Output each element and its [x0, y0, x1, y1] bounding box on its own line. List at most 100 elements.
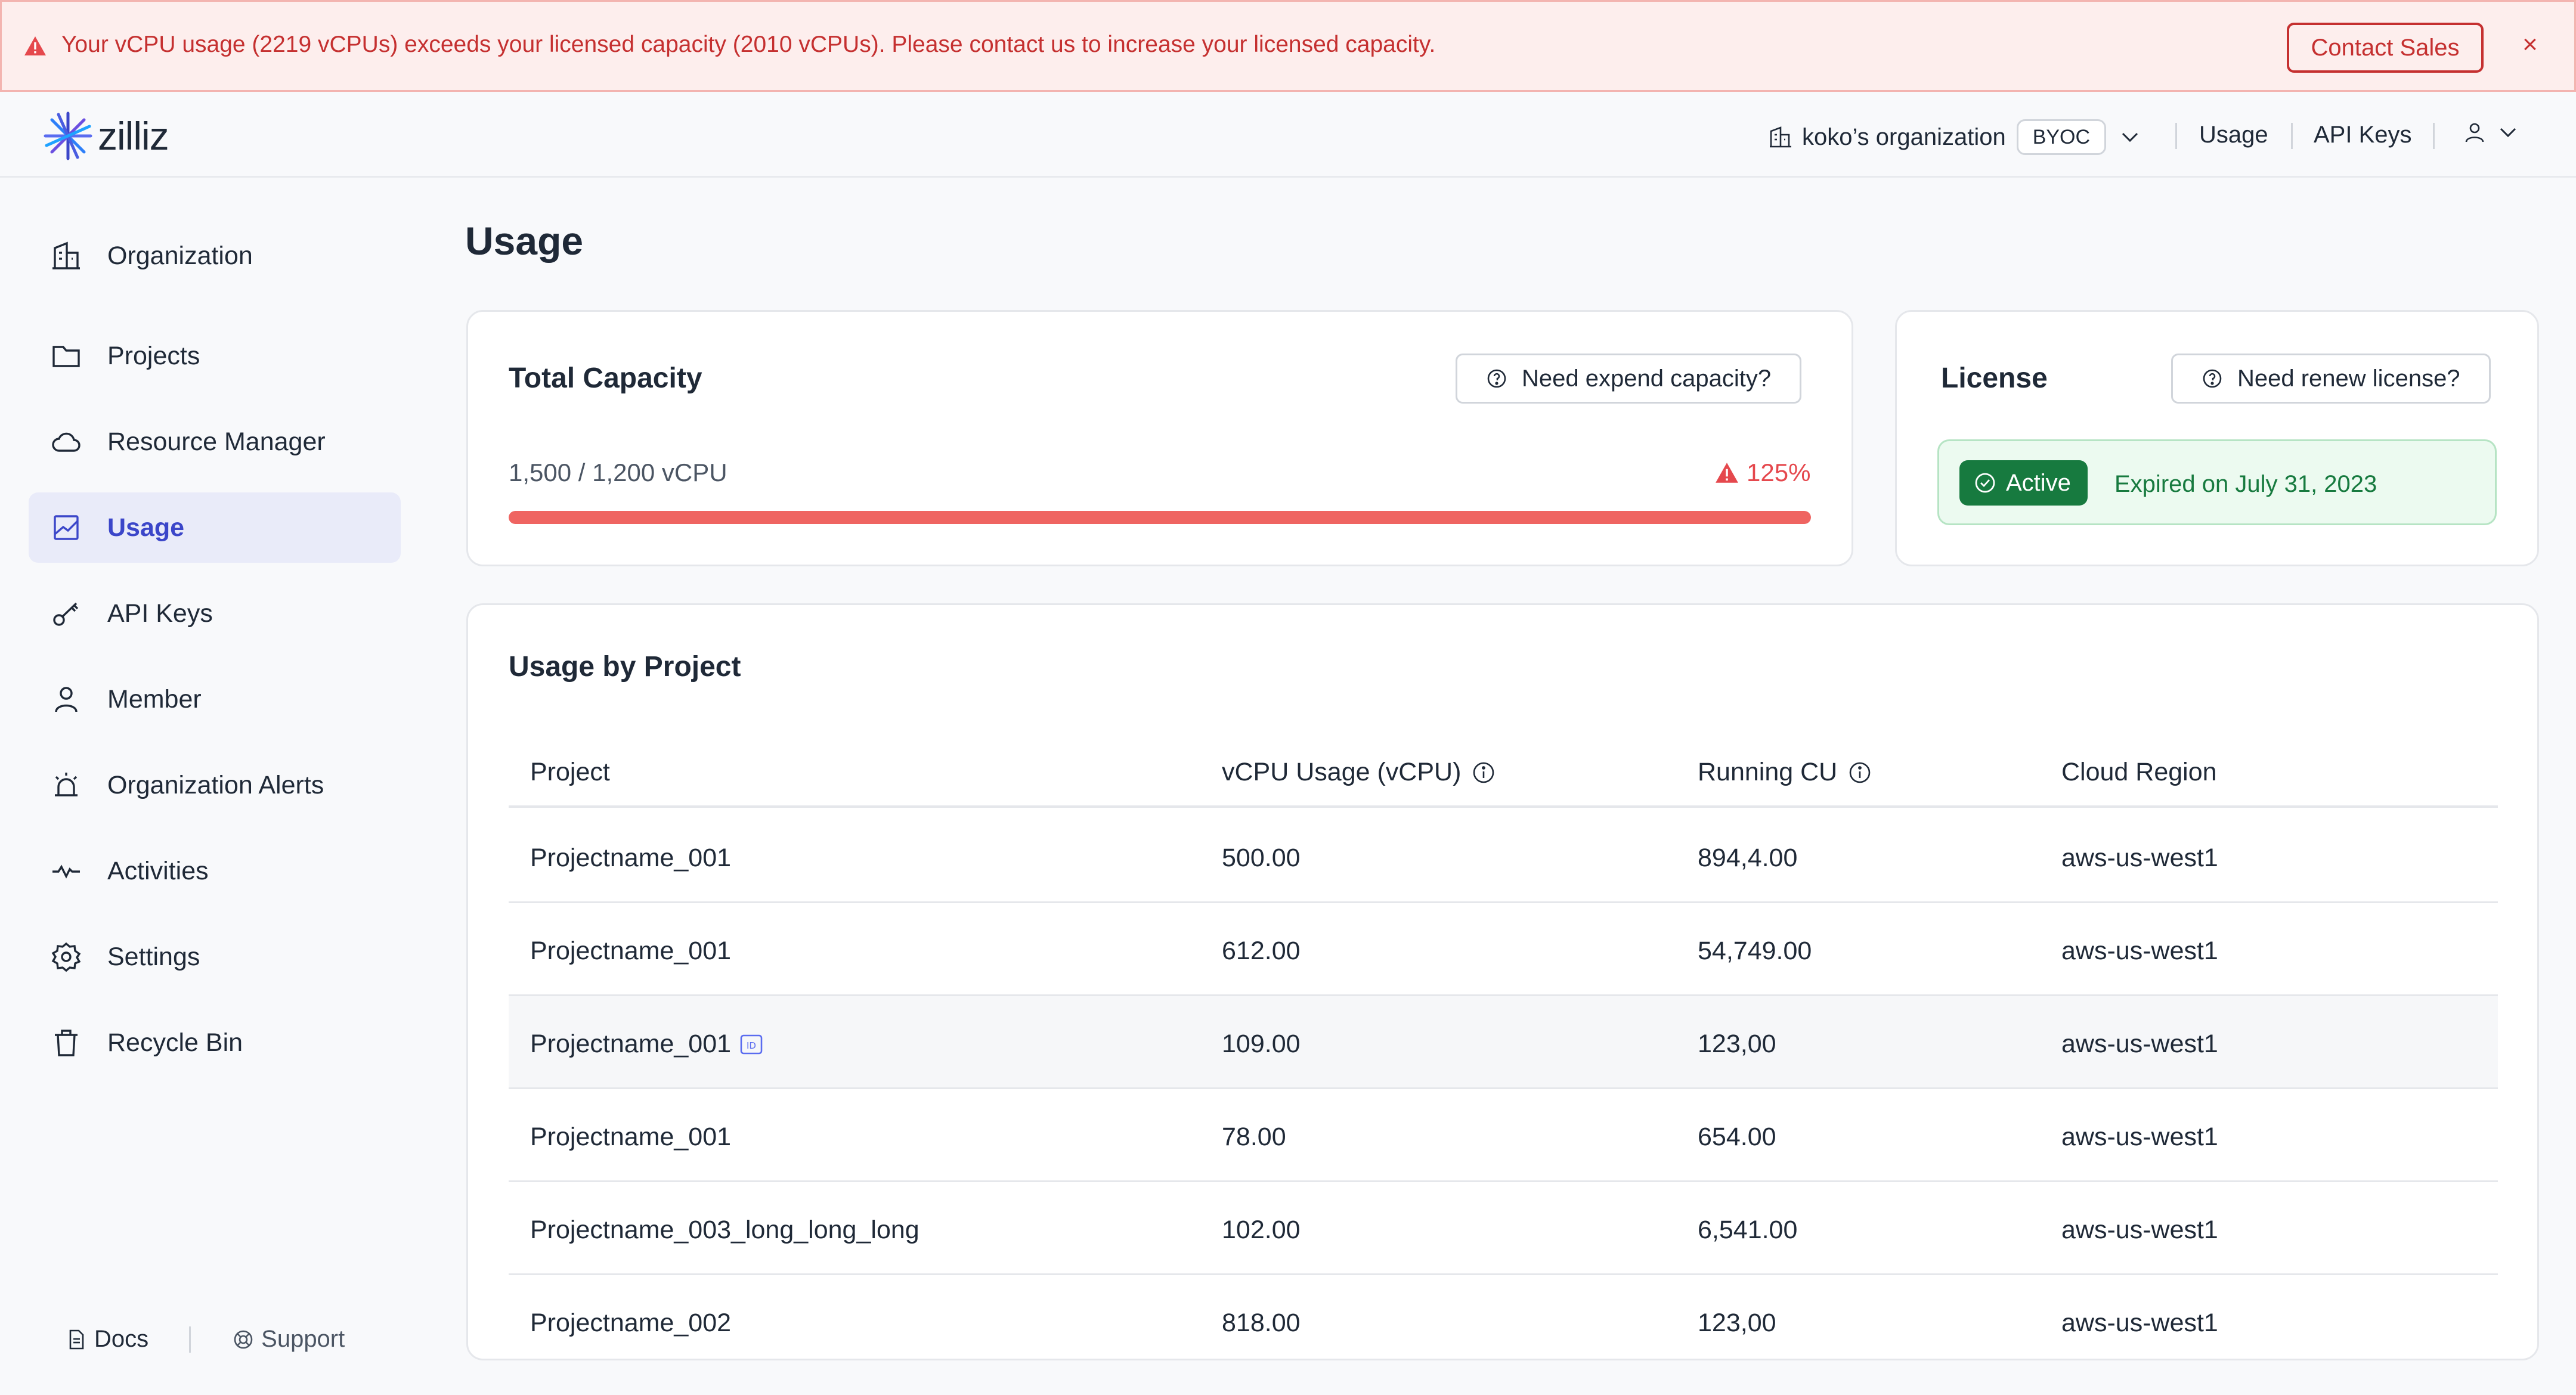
sidebar-item-label: Activities [107, 856, 209, 885]
table-header: Project vCPU Usage (vCPU) Running CU Clo… [509, 736, 2498, 808]
zilliz-star-icon [44, 111, 92, 160]
docs-link[interactable]: Docs [66, 1326, 148, 1353]
lifebuoy-icon [234, 1330, 253, 1348]
cell-vcpu-usage: 612.00 [1222, 937, 1301, 965]
expend-capacity-label: Need expend capacity? [1522, 365, 1772, 392]
column-header-label: Running CU [1698, 758, 1838, 786]
sidebar-item-member[interactable]: Member [29, 664, 401, 734]
total-capacity-title: Total Capacity [509, 362, 702, 394]
folder-icon [52, 346, 80, 367]
sidebar-item-label: Usage [107, 513, 185, 542]
sidebar-item-usage[interactable]: Usage [29, 492, 401, 563]
header-link-api-keys[interactable]: API Keys [2314, 122, 2412, 148]
sidebar-item-label: Organization [107, 241, 253, 270]
sidebar-item-label: API Keys [107, 599, 213, 628]
help-circle-icon [2203, 369, 2222, 388]
pulse-icon [52, 864, 80, 879]
cell-project-name: Projectname_001 [530, 1030, 732, 1058]
header-link-usage[interactable]: Usage [2199, 122, 2268, 148]
id-copy-icon[interactable]: ID [739, 1033, 763, 1056]
cell-running-cu: 894,4.00 [1698, 844, 1798, 872]
total-capacity-card: Total Capacity Need expend capacity? 1,5… [466, 310, 1853, 566]
header-divider [2291, 123, 2293, 149]
table-row[interactable]: Projectname_001 78.00 654.00 aws-us-west… [509, 1089, 2498, 1182]
sidebar-item-label: Organization Alerts [107, 770, 324, 799]
organization-switcher[interactable]: koko’s organization BYOC [1769, 118, 2142, 156]
license-status-badge: Active [1959, 460, 2088, 506]
column-header-running-cu[interactable]: Running CU [1698, 758, 1872, 787]
building-icon [52, 241, 80, 269]
renew-license-button[interactable]: Need renew license? [2171, 354, 2491, 404]
check-circle-icon [1975, 473, 1995, 493]
column-header-vcpu-usage[interactable]: vCPU Usage (vCPU) [1222, 758, 1496, 787]
table-row[interactable]: Projectname_001 ID 109.00 123,00 aws-us-… [509, 996, 2498, 1089]
sidebar-item-label: Settings [107, 942, 200, 971]
user-menu[interactable] [2463, 120, 2520, 144]
info-icon[interactable] [1848, 761, 1872, 785]
sidebar-item-label: Projects [107, 341, 200, 370]
capacity-percent: 125% [1714, 458, 1810, 487]
sidebar-item-api-keys[interactable]: API Keys [29, 578, 401, 649]
cell-vcpu-usage: 500.00 [1222, 844, 1301, 872]
key-icon [53, 602, 79, 626]
cell-project: Projectname_001 [530, 937, 732, 965]
cell-cloud-region: aws-us-west1 [2061, 1030, 2218, 1058]
id-tag-text: ID [747, 1040, 756, 1051]
cell-project: Projectname_002 [530, 1309, 732, 1337]
help-circle-icon [1487, 369, 1506, 388]
sidebar-footer: Docs Support [66, 1326, 345, 1353]
cell-running-cu: 54,749.00 [1698, 937, 1812, 965]
byoc-badge: BYOC [2016, 119, 2107, 155]
license-expire-text: Expired on July 31, 2023 [2114, 471, 2377, 497]
sidebar-item-label: Resource Manager [107, 427, 326, 456]
cell-cloud-region: aws-us-west1 [2061, 1123, 2218, 1151]
sidebar-item-recycle-bin[interactable]: Recycle Bin [29, 1008, 401, 1078]
zilliz-logo[interactable]: zilliz [41, 108, 169, 163]
cloud-icon [52, 432, 80, 452]
cell-cloud-region: aws-us-west1 [2061, 1309, 2218, 1337]
sidebar-item-organization-alerts[interactable]: Organization Alerts [29, 750, 401, 820]
sidebar-item-label: Recycle Bin [107, 1028, 243, 1057]
close-icon[interactable]: × [2517, 32, 2543, 58]
info-icon[interactable] [1472, 761, 1496, 785]
sidebar-item-projects[interactable]: Projects [29, 321, 401, 391]
sidebar: Organization Projects Resource Manager U… [0, 178, 429, 1395]
expend-capacity-button[interactable]: Need expend capacity? [1456, 354, 1802, 404]
organization-name: koko’s organization [1802, 123, 2006, 150]
usage-by-project-card: Usage by Project Project vCPU Usage (vCP… [466, 603, 2539, 1360]
chevron-down-icon[interactable] [2118, 125, 2142, 149]
cell-project: Projectname_001 [530, 1123, 732, 1151]
column-header-cloud-region[interactable]: Cloud Region [2061, 758, 2217, 787]
docs-label: Docs [94, 1326, 149, 1352]
table-row[interactable]: Projectname_002 818.00 123,00 aws-us-wes… [509, 1275, 2498, 1359]
column-header-project[interactable]: Project [530, 758, 610, 787]
table-row[interactable]: Projectname_003_long_long_long 102.00 6,… [509, 1182, 2498, 1275]
warning-icon [1716, 463, 1738, 483]
sidebar-item-organization[interactable]: Organization [29, 221, 401, 291]
capacity-progress-fill [509, 511, 1811, 524]
header-divider [2175, 123, 2177, 149]
user-icon [2465, 123, 2484, 142]
user-icon [55, 687, 78, 712]
capacity-percent-text: 125% [1747, 458, 1811, 486]
support-link[interactable]: Support [233, 1326, 345, 1353]
license-alert-banner: Your vCPU usage (2219 vCPUs) exceeds you… [0, 0, 2576, 92]
alarm-icon [55, 773, 78, 796]
table-row[interactable]: Projectname_001 612.00 54,749.00 aws-us-… [509, 903, 2498, 996]
cell-vcpu-usage: 102.00 [1222, 1216, 1301, 1244]
contact-sales-button[interactable]: Contact Sales [2287, 23, 2484, 73]
cell-cloud-region: aws-us-west1 [2061, 844, 2218, 872]
sidebar-item-resource-manager[interactable]: Resource Manager [29, 407, 401, 477]
license-card: License Need renew license? Active Expir… [1895, 310, 2539, 566]
logo-wordmark: zilliz [98, 114, 169, 158]
trash-icon [55, 1030, 78, 1056]
capacity-value: 1,500 / 1,200 vCPU [509, 458, 727, 486]
cell-project: Projectname_003_long_long_long [530, 1216, 919, 1244]
cell-running-cu: 654.00 [1698, 1123, 1776, 1151]
building-icon [1770, 126, 1791, 148]
footer-divider [189, 1326, 191, 1353]
table-row[interactable]: Projectname_001 500.00 894,4.00 aws-us-w… [509, 810, 2498, 903]
column-header-label: Cloud Region [2061, 758, 2217, 786]
sidebar-item-settings[interactable]: Settings [29, 922, 401, 992]
sidebar-item-activities[interactable]: Activities [29, 836, 401, 906]
